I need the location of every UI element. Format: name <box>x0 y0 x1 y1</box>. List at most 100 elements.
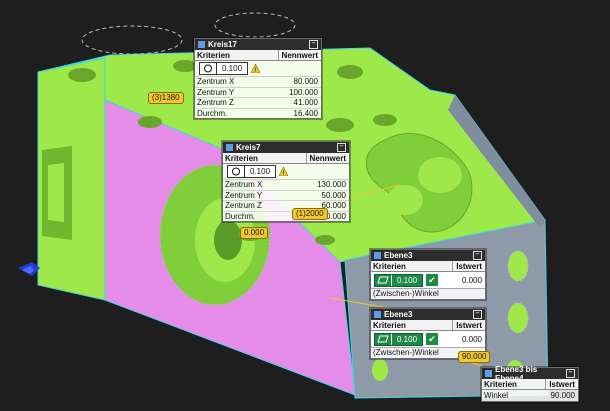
data-row: Zentrum Y 100.000 <box>195 88 321 99</box>
top-hole-8 <box>315 235 335 245</box>
measured-value: 0.000 <box>461 334 482 344</box>
side-hole-1 <box>507 250 529 282</box>
column-header: Kriterien Istwert <box>371 320 485 331</box>
pocket-lobe-1 <box>418 157 462 193</box>
panel-title: Kreis17 <box>208 40 237 49</box>
minimize-icon[interactable]: – <box>309 40 318 49</box>
col-criteria: Kriterien <box>371 261 454 271</box>
data-row: Durchm. 40.000 <box>223 212 349 222</box>
row-label: Durchm. <box>197 109 228 119</box>
minimize-icon[interactable]: – <box>473 310 482 319</box>
data-row: Durchm. 16.400 <box>195 109 321 119</box>
row-value: 130.000 <box>317 180 346 190</box>
row-label: Winkel <box>484 391 509 400</box>
panel-header[interactable]: Ebene3 – <box>371 250 485 261</box>
panel-feature-icon <box>198 41 205 48</box>
dimension-tag[interactable]: (1)2000 <box>292 208 328 220</box>
row-label: Zentrum X <box>197 77 235 87</box>
col-value: Nennwert <box>281 50 318 60</box>
tolerance-frame[interactable]: 0.100 <box>374 273 424 287</box>
top-hole-4 <box>326 118 354 132</box>
svg-text:!: ! <box>255 67 257 73</box>
kreis17-panel[interactable]: Kreis17 – Kriterien Nennwert 0.100 ! Zen… <box>194 38 322 120</box>
data-row: Zentrum Z 60.000 <box>223 201 349 212</box>
warning-icon: ! <box>251 64 261 73</box>
kreis7-panel[interactable]: Kreis7 – Kriterien Nennwert 0.100 ! Zent… <box>222 141 350 223</box>
svg-text:!: ! <box>283 170 285 176</box>
dimension-tag[interactable]: 0.000 <box>240 227 269 239</box>
col-value: Istwert <box>456 261 482 271</box>
col-value: Nennwert <box>309 153 346 163</box>
warning-icon: ! <box>279 167 289 176</box>
data-row: Zentrum Z 41.000 <box>195 98 321 109</box>
measured-value: 0.000 <box>461 275 482 285</box>
col-criteria: Kriterien <box>223 153 307 163</box>
minimize-icon[interactable]: – <box>473 251 482 260</box>
sub-row: (Zwischen-)Winkel <box>371 289 485 299</box>
ebene3-panel-top[interactable]: Ebene3 – Kriterien Istwert 0.100 ✔ 0.000… <box>370 249 486 300</box>
panel-header[interactable]: Ebene3 bis Ebene4 – <box>482 365 578 383</box>
data-row: Zentrum Y 50.000 <box>223 191 349 202</box>
tolerance-row[interactable]: 0.100 ✔ 0.000 <box>371 272 485 289</box>
row-value: 80.000 <box>293 77 318 87</box>
row-value: 100.000 <box>289 87 318 97</box>
dimension-tag[interactable]: (3)1380 <box>148 92 184 104</box>
tolerance-frame[interactable]: 0.100 <box>374 332 424 346</box>
tolerance-frame[interactable]: 0.100 <box>227 165 277 178</box>
panel-feature-icon <box>374 252 381 259</box>
column-header: Kriterien Istwert <box>371 261 485 272</box>
flatness-symbol-icon <box>375 333 392 345</box>
pocket-lobe-2 <box>387 185 423 215</box>
minimize-icon[interactable]: – <box>337 143 346 152</box>
left-slot-inner <box>48 163 64 222</box>
panel-feature-icon <box>485 370 492 377</box>
row-value: 50.000 <box>321 190 346 200</box>
data-row: Zentrum X 130.000 <box>223 180 349 191</box>
top-hole-1 <box>68 68 96 82</box>
panel-title: Ebene3 <box>384 310 413 319</box>
panel-feature-icon <box>374 311 381 318</box>
panel-title: Ebene3 <box>384 251 413 260</box>
panel-header[interactable]: Ebene3 – <box>371 309 485 320</box>
tolerance-row[interactable]: 0.100 ! <box>195 61 321 77</box>
tolerance-value: 0.100 <box>397 334 418 344</box>
row-label: Zentrum Y <box>225 190 263 200</box>
top-hole-6 <box>138 116 162 128</box>
row-value: 90.000 <box>550 391 575 400</box>
row-label: Zentrum Y <box>197 87 235 97</box>
col-value: Istwert <box>456 320 482 330</box>
panel-header[interactable]: Kreis7 – <box>223 142 349 153</box>
tolerance-row[interactable]: 0.100 ! <box>223 164 349 180</box>
top-hole-5 <box>373 114 397 126</box>
col-criteria: Kriterien <box>482 379 547 389</box>
panel-header[interactable]: Kreis17 – <box>195 39 321 50</box>
column-header: Kriterien Nennwert <box>223 153 349 164</box>
data-row: Zentrum X 80.000 <box>195 77 321 88</box>
ebene3-bis-ebene4-panel[interactable]: Ebene3 bis Ebene4 – Kriterien Istwert Wi… <box>481 365 579 402</box>
tolerance-row[interactable]: 0.100 ✔ 0.000 <box>371 331 485 348</box>
row-label: Zentrum Z <box>197 98 234 108</box>
check-icon: ✔ <box>426 333 439 345</box>
circle-symbol-icon <box>200 63 217 74</box>
row-label: (Zwischen-)Winkel <box>373 289 439 299</box>
side-hole-2 <box>507 302 529 334</box>
side-hole-3 <box>372 359 388 381</box>
tolerance-value: 0.100 <box>397 275 418 285</box>
minimize-icon[interactable]: – <box>566 369 575 378</box>
data-row: Winkel 90.000 <box>482 390 578 401</box>
flatness-symbol-icon <box>375 274 392 286</box>
panel-title: Kreis7 <box>236 143 261 152</box>
col-criteria: Kriterien <box>195 50 279 60</box>
check-icon: ✔ <box>426 274 439 286</box>
tolerance-frame[interactable]: 0.100 <box>199 62 249 75</box>
counterbore-hole <box>214 220 242 260</box>
row-value: 41.000 <box>293 98 318 108</box>
row-value: 16.400 <box>293 109 318 119</box>
row-label: Zentrum X <box>225 180 263 190</box>
col-criteria: Kriterien <box>371 320 454 330</box>
tolerance-value: 0.100 <box>222 64 243 73</box>
tolerance-value: 0.100 <box>250 167 271 176</box>
col-value: Istwert <box>549 379 575 389</box>
dimension-tag[interactable]: 90.000 <box>458 351 491 363</box>
column-header: Kriterien Istwert <box>482 379 578 390</box>
